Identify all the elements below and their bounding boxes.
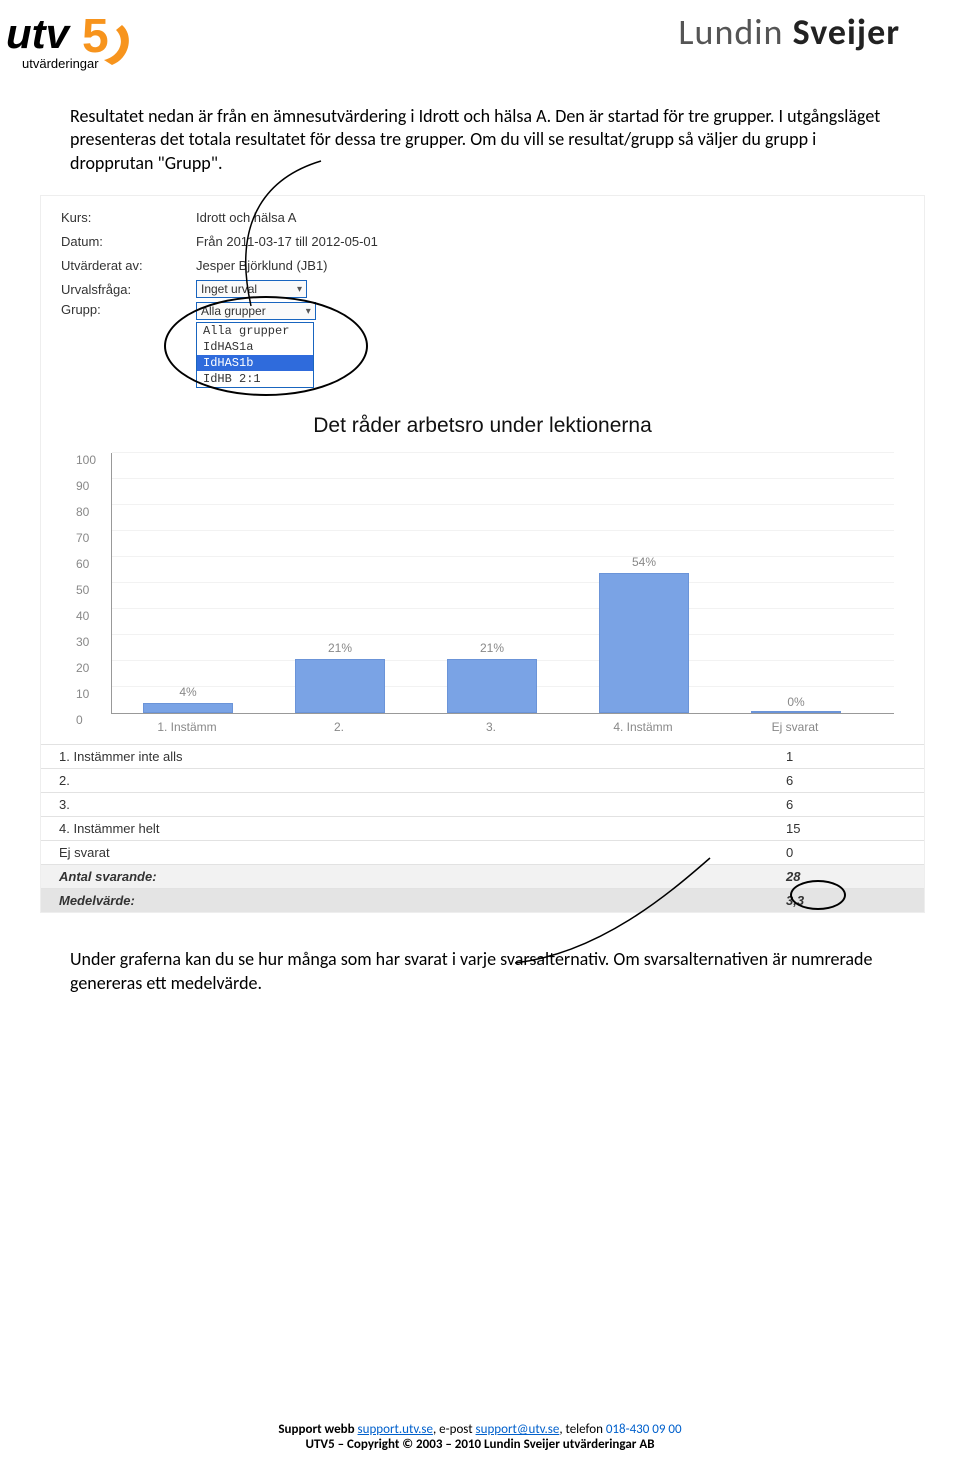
select-grupp-value: Alla grupper	[201, 304, 266, 318]
table-row: 1. Instämmer inte alls1	[41, 745, 924, 769]
chart-title: Det råder arbetsro under lektionerna	[51, 414, 914, 438]
y-tick: 60	[76, 557, 89, 571]
logo-utv5: utv 5 utvärderingar	[4, 10, 134, 80]
result-value: 0	[768, 841, 924, 865]
y-tick: 0	[76, 713, 83, 727]
bar-value-label: 21%	[328, 641, 352, 655]
y-tick: 40	[76, 609, 89, 623]
grupp-option-idhb21[interactable]: IdHB 2:1	[197, 371, 313, 387]
intro-paragraph: Resultatet nedan är från en ämnesutvärde…	[0, 90, 960, 195]
table-row: 4. Instämmer helt15	[41, 817, 924, 841]
antal-label: Antal svarande:	[41, 865, 768, 889]
meta-label-grupp: Grupp:	[61, 302, 196, 317]
x-tick: 1. Instämm	[127, 720, 247, 734]
page-header: utv 5 utvärderingar Lundin Sveijer	[0, 0, 960, 90]
results-table: 1. Instämmer inte alls12.63.64. Instämme…	[41, 744, 924, 912]
y-tick: 90	[76, 479, 89, 493]
svg-text:utvärderingar: utvärderingar	[22, 56, 99, 71]
result-value: 15	[768, 817, 924, 841]
x-tick: Ej svarat	[735, 720, 855, 734]
grupp-option-idhas1b[interactable]: IdHAS1b	[197, 355, 313, 371]
chart-area: Det råder arbetsro under lektionerna 0 10…	[41, 394, 924, 744]
outro-text: Under graferna kan du se hur många som h…	[70, 948, 872, 993]
page-footer: Support webb support.utv.se, e-post supp…	[0, 1422, 960, 1452]
select-grupp[interactable]: Alla grupper ▾	[196, 302, 316, 320]
result-value: 6	[768, 793, 924, 817]
meta-value-utvarderat: Jesper Björklund (JB1)	[196, 258, 328, 273]
result-value: 6	[768, 769, 924, 793]
select-urvalsfraga-value: Inget urval	[201, 282, 257, 296]
y-tick: 10	[76, 687, 89, 701]
chevron-down-icon: ▾	[297, 284, 302, 295]
grupp-option-idhas1a[interactable]: IdHAS1a	[197, 339, 313, 355]
footer-telephone: 018-430 09 00	[606, 1422, 682, 1437]
chevron-down-icon: ▾	[306, 306, 311, 317]
x-tick: 2.	[279, 720, 399, 734]
result-label: Ej svarat	[41, 841, 768, 865]
meta-label-datum: Datum:	[61, 234, 196, 249]
utv5-logo-icon: utv 5 utvärderingar	[4, 10, 134, 80]
table-row-total: Antal svarande:28	[41, 865, 924, 889]
result-label: 4. Instämmer helt	[41, 817, 768, 841]
bar-value-label: 21%	[480, 641, 504, 655]
logo-right-light: Lundin	[678, 10, 792, 54]
bar-value-label: 4%	[179, 685, 196, 699]
bar-chart: 01020304050607080901004%21%21%54%0%	[111, 453, 894, 714]
x-tick: 4. Instämm	[583, 720, 703, 734]
bar-value-label: 0%	[787, 695, 804, 709]
meta-value-datum: Från 2011-03-17 till 2012-05-01	[196, 234, 378, 249]
bar-value-label: 54%	[632, 555, 656, 569]
grupp-option-all[interactable]: Alla grupper	[197, 323, 313, 339]
result-label: 3.	[41, 793, 768, 817]
svg-text:utv: utv	[6, 10, 72, 57]
outro-paragraph: Under graferna kan du se hur många som h…	[0, 913, 960, 1015]
y-tick: 70	[76, 531, 89, 545]
table-row-mean: Medelvärde:3,3	[41, 889, 924, 913]
logo-lundin-sveijer: Lundin Sveijer	[678, 10, 900, 54]
annotation-circle-mean	[810, 886, 866, 916]
antal-value: 28	[768, 865, 924, 889]
grupp-dropdown[interactable]: Alla grupper IdHAS1a IdHAS1b IdHB 2:1	[196, 322, 314, 388]
x-tick: 3.	[431, 720, 551, 734]
result-label: 1. Instämmer inte alls	[41, 745, 768, 769]
y-tick: 80	[76, 505, 89, 519]
y-tick: 30	[76, 635, 89, 649]
footer-support-link[interactable]: support.utv.se	[358, 1422, 433, 1437]
result-label: 2.	[41, 769, 768, 793]
table-row: 2.6	[41, 769, 924, 793]
table-row: Ej svarat0	[41, 841, 924, 865]
result-value: 1	[768, 745, 924, 769]
meta-value-kurs: Idrott och hälsa A	[196, 210, 296, 225]
y-tick: 100	[76, 453, 96, 467]
meta-label-utvarderat: Utvärderat av:	[61, 258, 196, 273]
app-screenshot: Kurs: Idrott och hälsa A Datum: Från 201…	[40, 195, 925, 913]
meta-area: Kurs: Idrott och hälsa A Datum: Från 201…	[41, 196, 924, 394]
select-urvalsfraga[interactable]: Inget urval ▾	[196, 280, 307, 298]
footer-tel-prefix: , telefon	[559, 1422, 606, 1437]
meta-label-urvalsfraga: Urvalsfråga:	[61, 282, 196, 297]
y-tick: 20	[76, 661, 89, 675]
y-tick: 50	[76, 583, 89, 597]
footer-epost-link[interactable]: support@utv.se	[476, 1422, 560, 1437]
mean-label: Medelvärde:	[41, 889, 768, 913]
logo-right-bold: Sveijer	[793, 10, 900, 54]
meta-label-kurs: Kurs:	[61, 210, 196, 225]
footer-copyright: UTV5 – Copyright © 2003 – 2010 Lundin Sv…	[306, 1437, 655, 1452]
footer-support-prefix: Support webb	[278, 1422, 357, 1437]
footer-epost-prefix: , e-post	[433, 1422, 476, 1437]
table-row: 3.6	[41, 793, 924, 817]
